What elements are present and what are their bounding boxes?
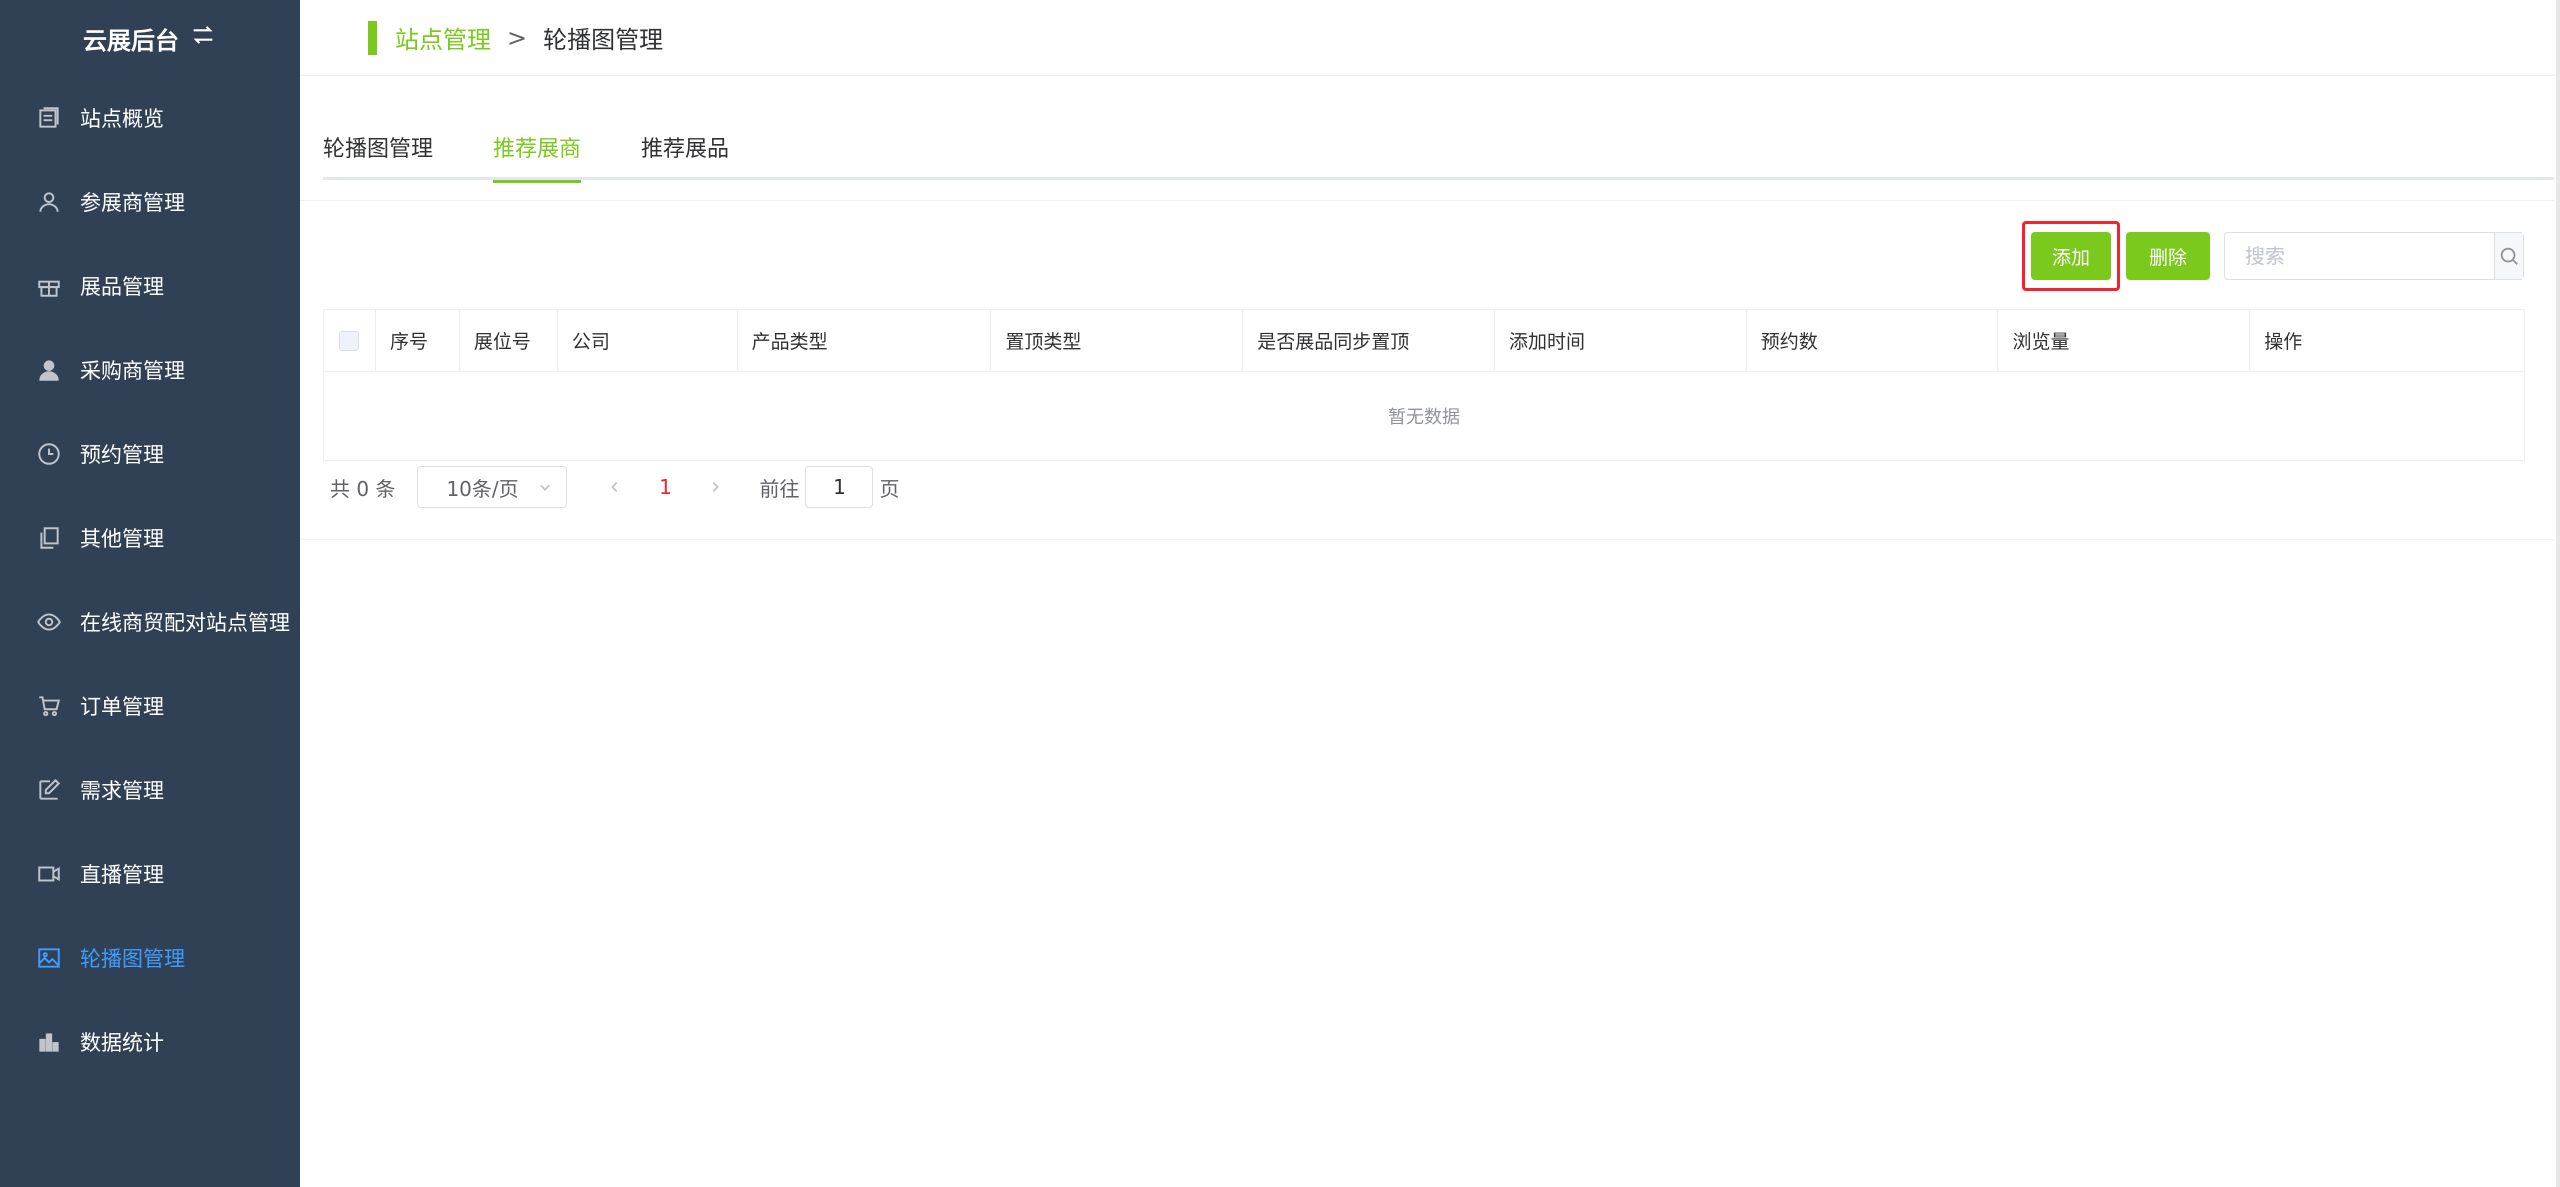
sidebar-item-label: 参展商管理 xyxy=(80,191,185,215)
tab-recommended-exhibitors[interactable]: 推荐展商 xyxy=(493,120,582,183)
column-header: 展位号 xyxy=(460,310,558,371)
add-button[interactable]: 添加 xyxy=(2031,232,2111,280)
chevron-left-icon xyxy=(611,482,618,492)
content-panel: 添加 删除 序号 展位号 公司 产品类型 置顶类型 是否展品同步置顶 xyxy=(300,200,2554,540)
goto-label: 前往 xyxy=(759,476,800,501)
column-header: 公司 xyxy=(558,310,738,371)
copy-icon xyxy=(36,525,62,551)
sidebar-item[interactable]: 其他管理 xyxy=(0,496,300,580)
overview-icon xyxy=(36,105,62,131)
vertical-scrollbar[interactable] xyxy=(2556,0,2560,1187)
data-table: 序号 展位号 公司 产品类型 置顶类型 是否展品同步置顶 添加时间 预约数 浏览… xyxy=(323,309,2525,461)
sidebar-item-label: 站点概览 xyxy=(80,107,164,131)
select-all-cell xyxy=(324,310,376,371)
cart-icon xyxy=(36,693,62,719)
sidebar-item[interactable]: 轮播图管理 xyxy=(0,916,300,1000)
column-header: 浏览量 xyxy=(1998,310,2251,371)
tab-recommended-products[interactable]: 推荐展品 xyxy=(641,120,729,180)
sidebar-item-label: 订单管理 xyxy=(80,695,164,719)
sidebar-item[interactable]: 数据统计 xyxy=(0,1000,300,1084)
column-header: 操作 xyxy=(2264,331,2303,353)
sidebar-item-label: 数据统计 xyxy=(80,1031,164,1055)
search-box xyxy=(2224,232,2524,280)
select-all-checkbox[interactable] xyxy=(339,330,360,351)
page-suffix: 页 xyxy=(879,476,900,501)
user-outline-icon xyxy=(36,189,62,215)
search-button[interactable] xyxy=(2494,233,2523,279)
sidebar-item[interactable]: 参展商管理 xyxy=(0,160,300,244)
column-header: 是否展品同步置顶 xyxy=(1243,310,1495,371)
sidebar-menu: 站点概览参展商管理展品管理采购商管理预约管理其他管理在线商贸配对站点管理 订单管理… xyxy=(0,76,300,1084)
brand: 云展后台 xyxy=(0,0,300,76)
page-size-select[interactable]: 10条/页 xyxy=(417,466,568,508)
eye-icon xyxy=(36,609,62,635)
main-content: 站点管理 > 轮播图管理 轮播图管理 推荐展商 推荐展品 添加 删除 搜索 序号… xyxy=(300,0,2560,1187)
goto-page-input[interactable] xyxy=(805,466,874,508)
header: 站点管理 > 轮播图管理 xyxy=(300,0,2560,76)
swap-icon[interactable] xyxy=(189,21,217,55)
sidebar-item[interactable]: 预约管理 xyxy=(0,412,300,496)
sidebar-item[interactable]: 展品管理 xyxy=(0,244,300,328)
search-icon xyxy=(2500,247,2518,265)
pagination-total: 共 0 条 xyxy=(330,476,396,501)
delete-button[interactable]: 删除 xyxy=(2126,232,2210,280)
breadcrumb-marker xyxy=(368,20,377,55)
sidebar: 云展后台 站点概览参展商管理展品管理采购商管理预约管理其他管理在线商贸配对站点管… xyxy=(0,0,300,1187)
pagination: 共 0 条 10条/页 1 前往 页 xyxy=(330,466,899,508)
page-size-value: 10条/页 xyxy=(446,476,519,501)
sidebar-item[interactable]: 在线商贸配对站点管理 xyxy=(0,580,300,664)
sidebar-item-label: 需求管理 xyxy=(80,779,164,803)
prev-page-button[interactable] xyxy=(595,466,635,508)
sidebar-item-label: 展品管理 xyxy=(80,275,164,299)
tab-bar: 轮播图管理 推荐展商 推荐展品 xyxy=(323,120,2554,183)
chevron-right-icon xyxy=(713,482,720,492)
sidebar-item[interactable]: 需求管理 xyxy=(0,748,300,832)
column-header: 序号 xyxy=(376,310,460,371)
sidebar-item[interactable]: 直播管理 xyxy=(0,832,300,916)
sidebar-item-label: 在线商贸配对站点管理 xyxy=(80,611,290,635)
sidebar-item-label: 采购商管理 xyxy=(80,359,185,383)
sidebar-item[interactable]: 采购商管理 xyxy=(0,328,300,412)
chevron-down-icon xyxy=(540,484,551,491)
search-input[interactable] xyxy=(2225,233,2494,279)
sidebar-item[interactable]: 订单管理 xyxy=(0,664,300,748)
sidebar-item[interactable]: 站点概览 xyxy=(0,76,300,160)
column-header: 置顶类型 xyxy=(991,310,1244,371)
picture-icon xyxy=(36,945,62,971)
table-empty-text: 暂无数据 xyxy=(1388,407,1460,428)
sidebar-item-label: 预约管理 xyxy=(80,443,164,467)
table-header: 序号 展位号 公司 产品类型 置顶类型 是否展品同步置顶 添加时间 预约数 浏览… xyxy=(324,310,2524,372)
next-page-button[interactable] xyxy=(695,466,735,508)
sidebar-item-label: 轮播图管理 xyxy=(80,947,185,971)
toolbar: 添加 删除 xyxy=(2022,221,2524,291)
video-icon xyxy=(36,861,62,887)
column-header: 产品类型 xyxy=(738,310,992,371)
tab-carousel[interactable]: 轮播图管理 xyxy=(323,120,433,180)
clock-icon xyxy=(36,441,62,467)
breadcrumb: 站点管理 > 轮播图管理 xyxy=(395,20,663,55)
breadcrumb-separator: > xyxy=(507,23,528,52)
bar-chart-icon xyxy=(36,1029,62,1055)
gift-icon xyxy=(36,273,62,299)
page-number[interactable]: 1 xyxy=(635,475,695,499)
brand-title: 云展后台 xyxy=(83,26,179,55)
user-solid-icon xyxy=(36,357,62,383)
column-header: 添加时间 xyxy=(1495,310,1747,371)
breadcrumb-parent[interactable]: 站点管理 xyxy=(395,20,491,55)
add-button-highlight: 添加 xyxy=(2022,221,2120,291)
sidebar-item-label: 其他管理 xyxy=(80,527,164,551)
breadcrumb-current: 轮播图管理 xyxy=(543,26,664,54)
column-header: 预约数 xyxy=(1747,310,1999,371)
sidebar-item-label: 直播管理 xyxy=(80,863,164,887)
edit-icon xyxy=(36,777,62,803)
